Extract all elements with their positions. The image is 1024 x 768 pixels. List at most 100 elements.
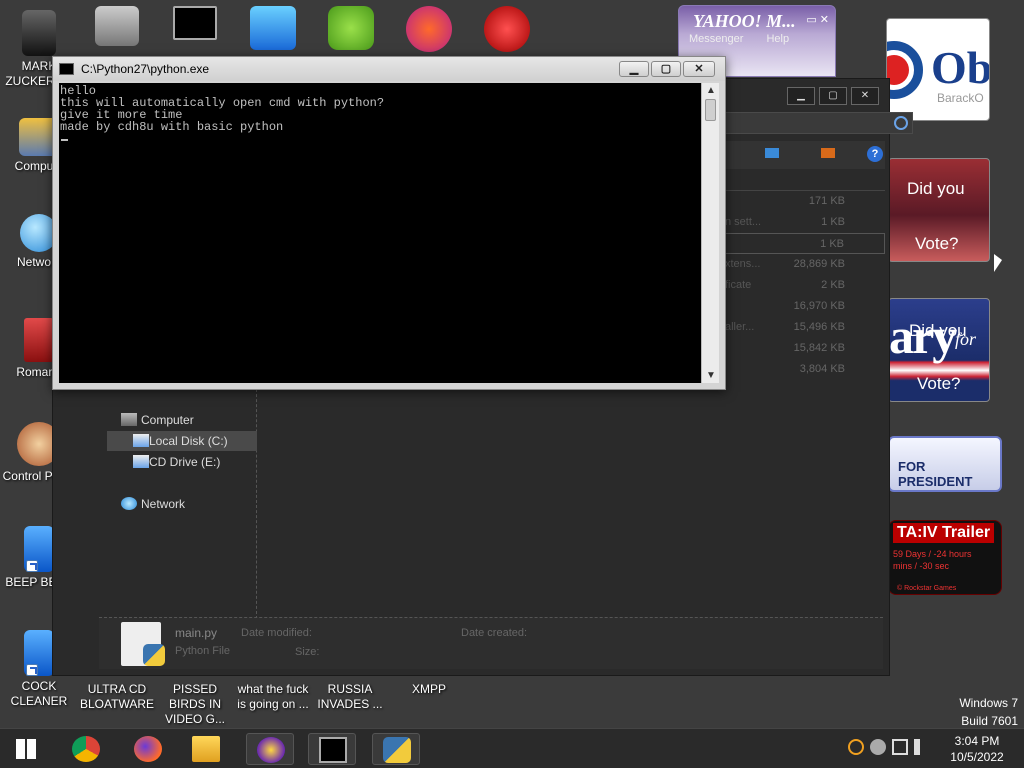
view-options-icon[interactable] (765, 148, 779, 158)
computer-icon (121, 413, 137, 426)
maximize-button[interactable]: ▢ (819, 87, 847, 105)
desktop-icon-top-3[interactable] (234, 6, 312, 53)
did-you-vote-gadget-2[interactable]: ary Did you Vote? for (888, 298, 990, 402)
minimize-button[interactable]: ▁ (619, 61, 649, 77)
size-column-header[interactable] (725, 171, 885, 191)
preview-pane-icon[interactable] (821, 148, 835, 158)
network-tray-icon[interactable] (892, 739, 908, 755)
nav-network[interactable]: Network (119, 494, 185, 514)
windows-logo-icon (16, 739, 36, 759)
file-list: 171 KB n sett... 1 KB 1 KB xtens... 28,869… (725, 171, 885, 391)
desktop-icon-what-is-going-on[interactable]: what the fuck is going on ... (234, 682, 312, 712)
maximize-button[interactable]: ▢ (651, 61, 681, 77)
obama-gadget[interactable]: Ob BarackO (886, 18, 990, 121)
console-output[interactable]: hello this will automatically open cmd w… (59, 83, 701, 383)
cmd-icon (319, 737, 347, 763)
desktop-icon-dev-cpp[interactable] (468, 6, 546, 55)
taskbar-cmd[interactable] (308, 733, 356, 765)
text-cursor (61, 139, 68, 141)
desktop-icon-pissed-birds[interactable]: PISSED BIRDS IN VIDEO G... (156, 682, 234, 727)
taskbar: 3:04 PM 10/5/2022 (0, 728, 1024, 768)
search-input[interactable] (725, 112, 913, 134)
search-tray-icon[interactable] (848, 739, 864, 755)
did-you-vote-gadget-1[interactable]: Did you Vote? (888, 158, 990, 262)
windows-build-watermark: Windows 7 Build 7601 (959, 696, 1018, 728)
yahoo-messenger-icon (257, 737, 285, 763)
documents-icon (95, 6, 139, 46)
mouse-pointer-icon (994, 254, 1002, 272)
help-icon[interactable]: ? (867, 146, 883, 162)
app-icon (250, 6, 296, 50)
python-console-window[interactable]: C:\Python27\python.exe ▁ ▢ ✕ hello this … (52, 56, 726, 390)
p-logo-icon (406, 6, 452, 52)
menu-help[interactable]: Help (766, 33, 789, 45)
close-button[interactable]: ✕ (851, 87, 879, 105)
desktop-icon-top-5[interactable] (390, 6, 468, 55)
nav-cd-drive[interactable]: CD Drive (E:) (107, 452, 220, 472)
scroll-thumb[interactable] (705, 99, 716, 121)
close-button[interactable]: ✕ (683, 61, 715, 77)
list-item[interactable]: n sett... 1 KB (725, 212, 885, 233)
navigation-pane: Computer Local Disk (C:) CD Drive (E:) N… (99, 389, 257, 619)
shortcut-arrow-icon (26, 560, 38, 572)
network-icon (121, 497, 137, 510)
cmd-icon (173, 6, 217, 40)
taskbar-firefox[interactable] (124, 733, 172, 765)
drive-icon (133, 434, 149, 447)
start-button[interactable] (4, 733, 48, 765)
desktop-icon-xmpp[interactable]: XMPP (390, 682, 468, 697)
cd-drive-icon (133, 455, 149, 468)
desktop-icon-top-4[interactable] (312, 6, 390, 53)
gta-iv-trailer-gadget[interactable]: TA:IV Trailer 59 Days / -24 hours mins /… (888, 520, 1002, 595)
system-tray (848, 739, 930, 755)
volume-tray-icon[interactable] (914, 739, 930, 755)
menu-messenger[interactable]: Messenger (689, 33, 743, 45)
cmd-icon (59, 63, 74, 75)
list-item[interactable]: xtens... 28,869 KB (725, 254, 885, 275)
python-icon (383, 737, 411, 763)
chrome-icon (72, 736, 100, 762)
minimize-button[interactable]: ▁ (787, 87, 815, 105)
nav-computer[interactable]: Computer (119, 410, 194, 430)
console-titlebar[interactable]: C:\Python27\python.exe ▁ ▢ ✕ (53, 57, 725, 81)
recycle-bin-icon (24, 318, 54, 362)
taskbar-yahoo[interactable] (246, 733, 294, 765)
explorer-toolbar: ? (725, 141, 885, 169)
list-item[interactable]: ficate 2 KB (725, 275, 885, 296)
list-item[interactable]: 1 KB (725, 233, 885, 254)
list-item[interactable]: 3,804 KB (725, 359, 885, 380)
desktop-icon-russia-invades[interactable]: RUSSIA INVADES ... (311, 682, 389, 712)
nav-local-disk[interactable]: Local Disk (C:) (107, 431, 257, 451)
firefox-icon (134, 736, 162, 762)
yahoo-window-controls[interactable]: ▭ ✕ (806, 13, 829, 26)
desktop-icon-top-cmd[interactable] (156, 6, 234, 43)
list-item[interactable]: 16,970 KB (725, 296, 885, 317)
python-file-icon (121, 622, 165, 666)
scroll-up-icon[interactable]: ▲ (706, 85, 716, 96)
yahoo-menu: Messenger Help (689, 33, 809, 45)
blue-bin-icon (24, 526, 54, 572)
for-president-gadget[interactable]: FOR PRESIDENT (888, 436, 1002, 492)
folder-icon (192, 736, 220, 762)
shortcut-arrow-icon (26, 664, 38, 676)
messenger-tray-icon[interactable] (870, 739, 886, 755)
dev-cpp-icon (484, 6, 530, 52)
explorer-window-controls: ▁ ▢ ✕ (787, 87, 879, 105)
taskbar-explorer[interactable] (182, 733, 230, 765)
details-pane: main.py Python File Date modified: Date … (99, 617, 883, 669)
console-title: C:\Python27\python.exe (81, 62, 210, 76)
blue-bin-icon (24, 630, 54, 676)
desktop-icon-top-1[interactable] (78, 6, 156, 49)
taskbar-clock[interactable]: 3:04 PM 10/5/2022 (944, 733, 1010, 765)
desktop-icon-ultra-cd-bloatware[interactable]: ULTRA CD BLOATWARE (78, 682, 156, 712)
list-item[interactable]: aller... 15,496 KB (725, 317, 885, 338)
scroll-down-icon[interactable]: ▼ (706, 370, 716, 381)
taskbar-python[interactable] (372, 733, 420, 765)
person-icon (22, 10, 56, 56)
list-item[interactable]: 15,842 KB (725, 338, 885, 359)
console-scrollbar[interactable]: ▲ ▼ (701, 83, 719, 383)
list-item[interactable]: 171 KB (725, 191, 885, 212)
taskbar-chrome[interactable] (62, 733, 110, 765)
pig-icon (328, 6, 374, 50)
search-icon (894, 116, 908, 130)
